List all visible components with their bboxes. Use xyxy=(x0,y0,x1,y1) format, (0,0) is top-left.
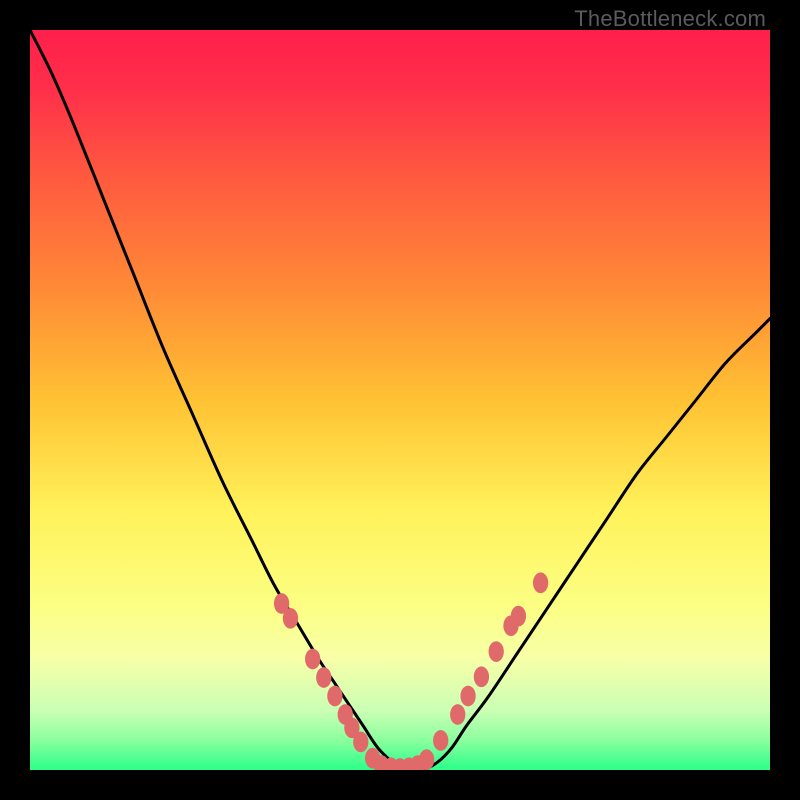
plot-area xyxy=(30,30,770,770)
marker-dot xyxy=(433,730,448,751)
marker-dot xyxy=(419,749,434,770)
marker-dot xyxy=(489,641,504,662)
curve-overlay xyxy=(30,30,770,770)
marker-dot xyxy=(460,686,475,707)
bottleneck-curve xyxy=(30,30,770,770)
marker-dot xyxy=(533,572,548,593)
marker-dot xyxy=(353,732,368,753)
watermark-text: TheBottleneck.com xyxy=(574,6,766,32)
marker-dot xyxy=(305,649,320,670)
marker-dot xyxy=(474,666,489,687)
chart-container: TheBottleneck.com xyxy=(0,0,800,800)
marker-dot xyxy=(283,608,298,629)
marker-dot xyxy=(511,606,526,627)
marker-dot xyxy=(316,667,331,688)
marker-dot xyxy=(327,686,342,707)
marker-dot xyxy=(450,704,465,725)
